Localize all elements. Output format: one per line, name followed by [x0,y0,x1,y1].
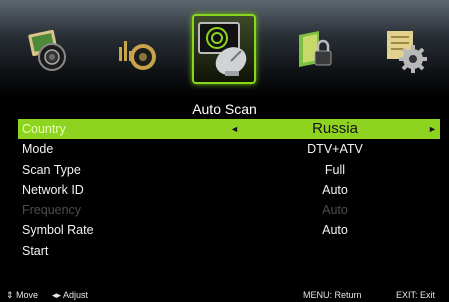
start-row[interactable]: Start [0,241,449,261]
arrow-right-icon[interactable]: ► [428,119,437,139]
country-label: Country [22,122,66,136]
network-id-value: Auto [322,182,348,197]
sound-icon[interactable] [112,26,162,76]
mode-label: Mode [22,142,54,157]
exit-hint: EXIT: Exit [396,290,436,300]
country-value: Russia [312,120,358,137]
start-button[interactable]: Start [22,241,48,261]
network-id-label: Network ID [22,182,84,197]
menu-icon-strip [0,0,449,100]
lock-icon[interactable] [292,26,340,76]
scan-type-value: Full [324,162,346,177]
scan-type-label: Scan Type [22,162,81,177]
scan-type-row[interactable]: Scan Type Full [0,160,449,180]
country-row[interactable]: Country ◄ Russia ► [18,119,440,140]
frequency-label: Frequency [22,203,82,218]
network-id-row[interactable]: Network ID Auto [0,180,449,200]
frequency-row: Frequency Auto [0,200,449,220]
symbol-rate-value: Auto [322,223,348,238]
symbol-rate-label: Symbol Rate [22,223,94,238]
adjust-hint: ◂▸ Adjust [52,290,89,300]
footer-hints: ⇕ Move ◂▸ Adjust MENU: Return EXIT: Exit [0,288,449,302]
mode-value: DTV+ATV [307,142,363,157]
osd-menu: Auto Scan Country ◄ Russia ► Mode DTV+AT… [0,0,449,302]
mode-row[interactable]: Mode DTV+ATV [0,139,449,159]
picture-icon[interactable] [22,24,74,76]
settings-list: Country ◄ Russia ► Mode DTV+ATV Scan Typ… [0,119,449,261]
move-hint: ⇕ Move [6,290,39,300]
page-title: Auto Scan [192,101,257,117]
channel-icon[interactable] [192,14,256,84]
frequency-value: Auto [322,203,348,218]
setup-icon[interactable] [380,26,430,76]
symbol-rate-row[interactable]: Symbol Rate Auto [0,220,449,240]
menu-return-hint: MENU: Return [303,290,362,300]
